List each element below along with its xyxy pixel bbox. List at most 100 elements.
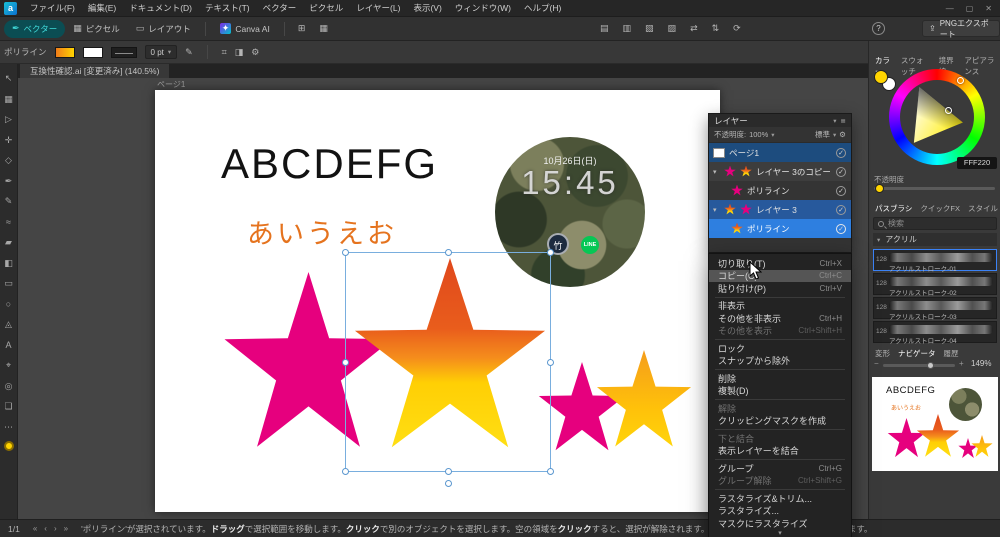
rotate-icon[interactable]: ⟳ xyxy=(733,23,741,34)
selection-handle[interactable] xyxy=(342,249,349,256)
fill-tool-icon[interactable]: ▰ xyxy=(5,236,12,248)
canvas-subheading-text[interactable]: あいうえお xyxy=(247,212,397,251)
visibility-toggle[interactable]: ✓ xyxy=(836,166,846,177)
menu-file[interactable]: ファイル(F) xyxy=(30,2,75,14)
order-front-icon[interactable]: ▤ xyxy=(600,23,609,34)
menu-item-rasterize-to-mask[interactable]: マスクにラスタライズ xyxy=(709,517,851,530)
menu-item-hide-others[interactable]: その他を非表示 Ctrl+H xyxy=(709,312,851,325)
png-export-button[interactable]: ⇪ PNGエクスポート xyxy=(922,19,1000,39)
minimize-button[interactable]: — xyxy=(946,4,954,13)
menu-item-show-others[interactable]: その他を表示 Ctrl+Shift+H xyxy=(709,325,851,338)
layer-row-polyline-1[interactable]: ポリライン ✓ xyxy=(709,181,851,200)
tab-history[interactable]: 履歴 xyxy=(944,348,959,359)
selection-handle[interactable] xyxy=(445,249,452,256)
help-button[interactable]: ? xyxy=(872,22,885,35)
more-tools-icon[interactable]: ⋯ xyxy=(4,421,13,433)
expander-icon[interactable]: ▾ xyxy=(713,206,720,214)
menu-item-hide[interactable]: 非表示 xyxy=(709,300,851,313)
next-page-icon[interactable]: › xyxy=(54,524,57,533)
frame-text-tool-icon[interactable]: ⌖ xyxy=(6,359,11,371)
artboard[interactable]: ABCDEFG あいうえお 10月26日(日) 15:45 竹 LINE xyxy=(155,90,720,512)
menu-window[interactable]: ウィンドウ(W) xyxy=(455,2,511,14)
rotation-handle[interactable] xyxy=(445,480,452,487)
menu-item-delete[interactable]: 削除 xyxy=(709,372,851,385)
menu-item-copy[interactable]: コピー(C) Ctrl+C xyxy=(709,269,851,282)
menu-pixel[interactable]: ピクセル xyxy=(309,2,343,14)
rectangle-tool-icon[interactable]: ▭ xyxy=(4,277,13,289)
prev-page-icon[interactable]: ‹ xyxy=(44,524,47,533)
stroke-swatch[interactable] xyxy=(82,46,103,58)
selection-handle[interactable] xyxy=(547,468,554,475)
menu-item-ungroup[interactable]: グループ解除 Ctrl+Shift+G xyxy=(709,475,851,488)
pen-tool-icon[interactable]: ✒ xyxy=(5,175,13,187)
menu-vector[interactable]: ベクター xyxy=(263,2,297,14)
tab-path-brushes[interactable]: パスブラシ xyxy=(875,203,912,214)
tab-transform[interactable]: 変形 xyxy=(875,348,890,359)
blend-mode-select[interactable]: 標準 xyxy=(815,129,830,140)
hex-value-chip[interactable]: FFF220 xyxy=(957,157,997,169)
zoom-out-icon[interactable]: − xyxy=(874,359,879,368)
zoom-in-icon[interactable]: + xyxy=(959,359,964,368)
navigator-thumbnail[interactable]: ABCDEFG あいうえお xyxy=(872,377,998,471)
vector-brush-tool-icon[interactable]: ≈ xyxy=(6,216,11,228)
snap-options-icon[interactable]: ◨ xyxy=(235,47,244,58)
selection-handle[interactable] xyxy=(547,249,554,256)
vector-persona-button[interactable]: ✒ ベクター xyxy=(4,19,66,38)
artboard-tool-icon[interactable]: ▦ xyxy=(4,93,13,105)
menu-item-rasterize[interactable]: ラスタライズ... xyxy=(709,505,851,518)
visibility-toggle[interactable]: ✓ xyxy=(836,204,846,215)
flip-vertical-icon[interactable]: ⇅ xyxy=(712,23,720,34)
layer-fx-gear-icon[interactable]: ⚙ xyxy=(839,130,846,139)
visibility-toggle[interactable]: ✓ xyxy=(836,147,846,158)
menu-item-merge-down[interactable]: 下と結合 xyxy=(709,432,851,445)
canvas-heading-text[interactable]: ABCDEFG xyxy=(221,140,438,188)
zoom-slider-knob[interactable] xyxy=(927,362,934,369)
saturation-selector-dot[interactable] xyxy=(945,107,952,114)
selection-handle[interactable] xyxy=(342,468,349,475)
selection-handle[interactable] xyxy=(445,468,452,475)
point-transform-tool-icon[interactable]: ✛ xyxy=(5,134,13,146)
insert-behind-icon[interactable]: ▨ xyxy=(668,23,677,34)
collapse-icon[interactable]: ▾ xyxy=(833,117,836,125)
color-sampler-icon[interactable] xyxy=(3,441,14,451)
stroke-style-selector[interactable] xyxy=(110,46,137,58)
brush-item[interactable]: 128 アクリルストローク-02 xyxy=(873,273,997,297)
insert-inside-icon[interactable]: ▧ xyxy=(645,23,654,34)
shape-tool-icon[interactable]: ◬ xyxy=(5,318,12,330)
brush-item[interactable]: 128 アクリルストローク-04 xyxy=(873,321,997,345)
menu-edit[interactable]: 編集(E) xyxy=(88,2,116,14)
grid-toggle-icon[interactable]: ▦ xyxy=(319,23,328,34)
transparency-tool-icon[interactable]: ◧ xyxy=(4,257,13,269)
close-button[interactable]: ✕ xyxy=(985,4,992,13)
hue-selector-dot[interactable] xyxy=(957,77,964,84)
last-page-icon[interactable]: » xyxy=(64,524,68,533)
menu-item-duplicate[interactable]: 複製(D) xyxy=(709,385,851,398)
first-page-icon[interactable]: « xyxy=(33,524,37,533)
expander-icon[interactable]: ▾ xyxy=(713,168,720,176)
move-tool-icon[interactable]: ↖ xyxy=(5,72,13,84)
view-tool-icon[interactable]: ❏ xyxy=(4,400,12,412)
document-tab[interactable]: 互換性確認.ai [変更済み] (140.5%) xyxy=(20,64,170,78)
selection-handle[interactable] xyxy=(547,359,554,366)
menu-item-release[interactable]: 解除 xyxy=(709,402,851,415)
corner-tool-icon[interactable]: ◇ xyxy=(5,154,12,166)
selection-handle[interactable] xyxy=(342,359,349,366)
fill-swatch[interactable] xyxy=(54,46,75,58)
pixel-persona-button[interactable]: ▦ ピクセル xyxy=(65,20,128,38)
panel-menu-icon[interactable]: ≣ xyxy=(841,117,846,125)
menu-item-group[interactable]: グループ Ctrl+G xyxy=(709,462,851,475)
canva-ai-button[interactable]: ✦ Canva AI xyxy=(212,20,278,38)
visibility-toggle[interactable]: ✓ xyxy=(836,223,846,234)
brush-item[interactable]: 128 アクリルストローク-01 xyxy=(873,249,997,273)
snapping-icon[interactable]: ⌗ xyxy=(222,47,227,58)
layer-row-layer3[interactable]: ▾ レイヤー 3 ✓ xyxy=(709,200,851,219)
menu-item-merge-visible[interactable]: 表示レイヤーを結合 xyxy=(709,445,851,458)
tab-appearance[interactable]: アピアランス xyxy=(964,55,1000,77)
node-tool-icon[interactable]: ▷ xyxy=(5,113,12,125)
tab-styles[interactable]: スタイル xyxy=(968,203,998,214)
brush-category-header[interactable]: ▾ アクリル xyxy=(873,233,997,246)
menu-item-cut[interactable]: 切り取り(T) Ctrl+X xyxy=(709,257,851,270)
tab-navigator[interactable]: ナビゲータ xyxy=(898,348,936,359)
layer-row-polyline-selected[interactable]: ポリライン ✓ xyxy=(709,219,851,238)
maximize-button[interactable]: ▢ xyxy=(966,4,974,13)
